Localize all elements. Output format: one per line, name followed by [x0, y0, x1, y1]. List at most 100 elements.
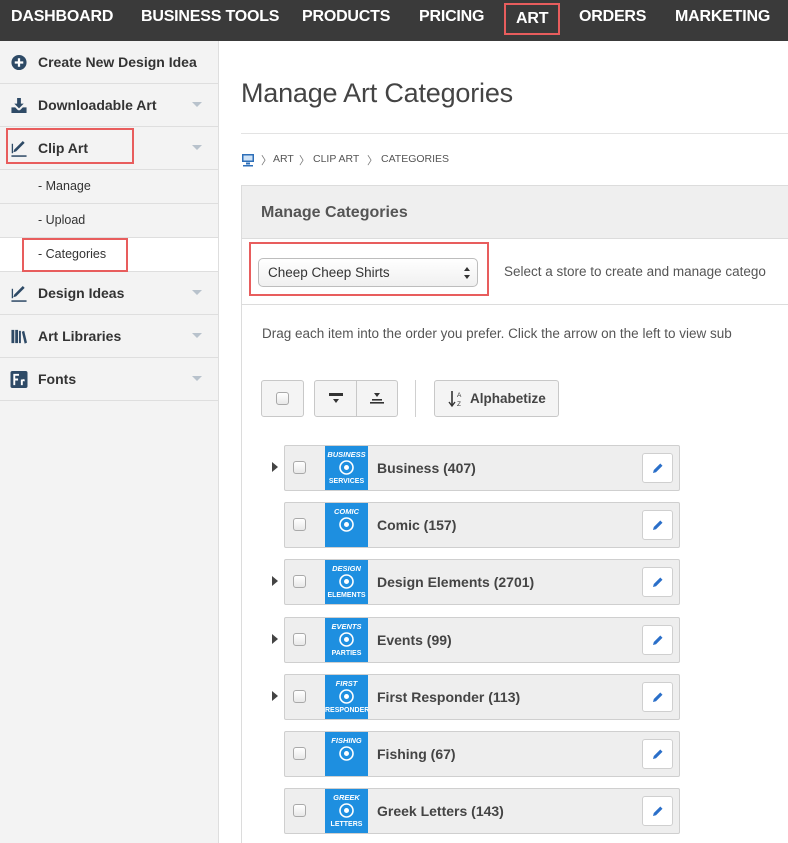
pencil-icon	[653, 749, 663, 759]
category-name: Business (407)	[377, 460, 476, 476]
breadcrumb-separator: 〉	[261, 155, 272, 167]
sidebar-item-art-libraries[interactable]: Art Libraries	[0, 315, 218, 358]
alphabetize-button[interactable]: A Z Alphabetize	[434, 380, 559, 417]
nav-pricing[interactable]: PRICING	[419, 0, 484, 41]
collapse-all-icon[interactable]	[329, 392, 343, 405]
manage-categories-panel: Manage Categories Cheep Cheep Shirts Sel…	[241, 185, 788, 843]
category-thumbnail: BUSINESS SERVICES	[325, 446, 368, 490]
category-row[interactable]: FIRST RESPONDER First Responder (113)	[284, 674, 680, 720]
nav-orders[interactable]: ORDERS	[579, 0, 646, 41]
category-checkbox[interactable]	[293, 575, 306, 588]
chevron-down-icon	[192, 333, 202, 338]
thumbnail-top-text: COMIC	[334, 507, 359, 516]
category-name: Fishing (67)	[377, 746, 456, 762]
sidebar-subitem-upload[interactable]: - Upload	[0, 204, 218, 238]
category-row[interactable]: FISHING Fishing (67)	[284, 731, 680, 777]
category-thumbnail: EVENTS PARTIES	[325, 618, 368, 662]
category-checkbox[interactable]	[293, 461, 306, 474]
instructions-text: Drag each item into the order you prefer…	[262, 326, 732, 341]
breadcrumb-separator: 〉	[367, 155, 378, 167]
pencil-icon	[653, 577, 663, 587]
nav-dashboard[interactable]: DASHBOARD	[11, 0, 113, 41]
edit-category-button[interactable]	[642, 510, 673, 540]
chevron-down-icon	[192, 290, 202, 295]
expand-collapse-group	[314, 380, 398, 417]
clipart-emblem-icon	[339, 632, 354, 647]
category-thumbnail: COMIC	[325, 503, 368, 547]
select-all-checkbox[interactable]	[276, 392, 289, 405]
breadcrumb-clip-art[interactable]: CLIP ART	[313, 153, 359, 165]
category-checkbox[interactable]	[293, 518, 306, 531]
edit-category-button[interactable]	[642, 625, 673, 655]
expand-arrow-icon[interactable]	[272, 634, 278, 644]
category-row[interactable]: COMIC Comic (157)	[284, 502, 680, 548]
sidebar-item-create-new-design-idea[interactable]: Create New Design Idea	[0, 41, 218, 84]
edit-category-button[interactable]	[642, 739, 673, 769]
nav-products[interactable]: PRODUCTS	[302, 0, 390, 41]
category-row[interactable]: GREEK LETTERS Greek Letters (143)	[284, 788, 680, 834]
category-row[interactable]: BUSINESS SERVICES Business (407)	[284, 445, 680, 491]
category-thumbnail: FISHING	[325, 732, 368, 776]
clipart-emblem-icon	[339, 574, 354, 589]
store-help-text: Select a store to create and manage cate…	[504, 264, 766, 279]
pen-icon	[11, 285, 27, 302]
expand-arrow-icon[interactable]	[272, 576, 278, 586]
thumbnail-top-text: DESIGN	[332, 564, 361, 573]
sidebar-subitem-label: - Upload	[38, 213, 86, 227]
select-all-button[interactable]	[261, 380, 304, 417]
category-checkbox[interactable]	[293, 804, 306, 817]
category-thumbnail: GREEK LETTERS	[325, 789, 368, 833]
category-name: First Responder (113)	[377, 689, 521, 705]
edit-category-button[interactable]	[642, 567, 673, 597]
clip-art-highlight	[6, 128, 134, 164]
edit-category-button[interactable]	[642, 796, 673, 826]
thumbnail-bottom-text: RESPONDER	[325, 707, 368, 714]
expand-arrow-icon[interactable]	[272, 462, 278, 472]
category-row[interactable]: EVENTS PARTIES Events (99)	[284, 617, 680, 663]
panel-title: Manage Categories	[261, 204, 408, 221]
breadcrumb-separator: 〉	[299, 155, 310, 167]
alphabetize-label: Alphabetize	[470, 391, 546, 406]
monitor-icon[interactable]	[241, 153, 255, 167]
category-checkbox[interactable]	[293, 633, 306, 646]
expand-arrow-icon[interactable]	[272, 691, 278, 701]
breadcrumb-art[interactable]: ART	[273, 153, 294, 165]
thumbnail-bottom-text: ELEMENTS	[327, 592, 366, 599]
sidebar-item-fonts[interactable]: Fonts	[0, 358, 218, 401]
sidebar: Create New Design Idea Downloadable Art …	[0, 41, 219, 843]
category-checkbox[interactable]	[293, 747, 306, 760]
sidebar-item-downloadable-art[interactable]: Downloadable Art	[0, 84, 218, 127]
expand-all-icon[interactable]	[370, 392, 384, 405]
thumbnail-top-text: FISHING	[331, 736, 362, 745]
category-thumbnail: FIRST RESPONDER	[325, 675, 368, 719]
category-row[interactable]: DESIGN ELEMENTS Design Elements (2701)	[284, 559, 680, 605]
chevron-down-icon	[192, 145, 202, 150]
sidebar-item-label: Downloadable Art	[38, 97, 157, 113]
clipart-emblem-icon	[339, 689, 354, 704]
category-checkbox[interactable]	[293, 690, 306, 703]
thumbnail-top-text: EVENTS	[331, 622, 362, 631]
plus-circle-icon	[11, 54, 27, 71]
nav-business-tools[interactable]: BUSINESS TOOLS	[141, 0, 279, 41]
sidebar-item-design-ideas[interactable]: Design Ideas	[0, 272, 218, 315]
clipart-emblem-icon	[339, 517, 354, 532]
category-name: Greek Letters (143)	[377, 803, 504, 819]
sidebar-item-label: Art Libraries	[38, 328, 122, 344]
edit-category-button[interactable]	[642, 453, 673, 483]
divider	[241, 133, 788, 134]
thumbnail-bottom-text: LETTERS	[330, 821, 363, 828]
nav-marketing[interactable]: MARKETING	[675, 0, 770, 41]
top-navigation-bar: DASHBOARD BUSINESS TOOLS PRODUCTS PRICIN…	[0, 0, 788, 41]
clipart-emblem-icon	[339, 460, 354, 475]
pencil-icon	[653, 806, 663, 816]
download-icon	[11, 97, 27, 114]
categories-highlight	[22, 238, 128, 272]
breadcrumb-categories: CATEGORIES	[381, 153, 450, 165]
nav-art[interactable]: ART	[504, 3, 561, 35]
sidebar-item-label: Fonts	[38, 371, 77, 387]
clipart-emblem-icon	[339, 746, 354, 761]
sidebar-subitem-manage[interactable]: - Manage	[0, 170, 218, 204]
category-name: Comic (157)	[377, 517, 457, 533]
svg-text:Z: Z	[457, 401, 461, 408]
edit-category-button[interactable]	[642, 682, 673, 712]
